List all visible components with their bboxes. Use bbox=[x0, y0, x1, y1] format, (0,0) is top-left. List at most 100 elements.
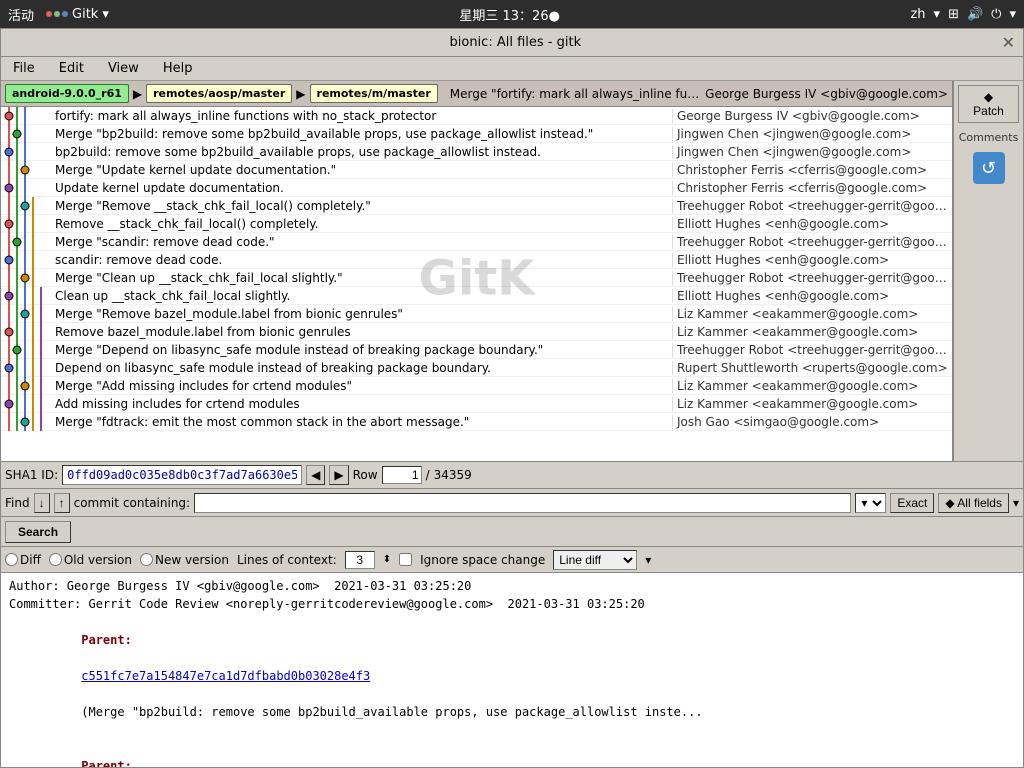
all-fields-button[interactable]: ◆ All fields bbox=[938, 493, 1009, 513]
diff-parent1-line: Parent: c551fc7e7a154847e7ca1d7dfbabd0b0… bbox=[9, 613, 1015, 739]
volume-icon[interactable]: 🔊 bbox=[967, 7, 983, 22]
commit-author: Christopher Ferris <cferris@google.com> bbox=[672, 163, 952, 177]
row-input[interactable]: 1 bbox=[382, 466, 422, 484]
sha-next-button[interactable]: ▶ bbox=[329, 465, 348, 485]
diff-tab-diff[interactable]: Diff bbox=[5, 553, 41, 567]
sha-row: SHA1 ID: 0ffd09ad0c035e8db0c3f7ad7a6630e… bbox=[1, 461, 1023, 489]
table-row[interactable]: Merge "fdtrack: emit the most common sta… bbox=[1, 413, 952, 431]
lang-button[interactable]: zh bbox=[910, 7, 925, 22]
table-row[interactable]: Merge "Update kernel update documentatio… bbox=[1, 161, 952, 179]
table-row[interactable]: Add missing includes for crtend modulesL… bbox=[1, 395, 952, 413]
app-name-label[interactable]: Gitk bbox=[72, 7, 98, 22]
menu-view[interactable]: View bbox=[100, 59, 147, 78]
commit-author: Liz Kammer <eakammer@google.com> bbox=[672, 379, 952, 393]
table-row[interactable]: Merge "Remove bazel_module.label from bi… bbox=[1, 305, 952, 323]
table-row[interactable]: Merge "Depend on libasync_safe module in… bbox=[1, 341, 952, 359]
commit-message: fortify: mark all always_inline function… bbox=[51, 109, 672, 123]
datetime-label: 星期三 13：26● bbox=[459, 5, 560, 24]
window-title: bionic: All files - gitk bbox=[29, 35, 1002, 50]
diff-toolbar: Diff Old version New version Lines of co… bbox=[1, 547, 1023, 573]
branch-aosp-tag[interactable]: remotes/aosp/master bbox=[146, 84, 292, 103]
ts-icon[interactable]: ↺ bbox=[973, 152, 1005, 184]
parent1-label: Parent: bbox=[81, 633, 132, 647]
table-row[interactable]: Merge "scandir: remove dead code."Treehu… bbox=[1, 233, 952, 251]
commit-list-scroll[interactable]: GitK fortify: mark all always_inline fun… bbox=[1, 107, 952, 461]
parent1-link[interactable]: c551fc7e7a154847e7ca1d7dfbabd0b03028e4f3 bbox=[81, 669, 370, 683]
search-button[interactable]: Search bbox=[5, 521, 71, 543]
commit-author: Liz Kammer <eakammer@google.com> bbox=[672, 397, 952, 411]
menu-help[interactable]: Help bbox=[155, 59, 201, 78]
commit-author: Christopher Ferris <cferris@google.com> bbox=[672, 181, 952, 195]
find-text-input[interactable] bbox=[194, 493, 851, 513]
system-bar-center: 星期三 13：26● bbox=[459, 5, 560, 24]
menu-file[interactable]: File bbox=[5, 59, 43, 78]
ignore-space-checkbox[interactable] bbox=[399, 553, 412, 566]
table-row[interactable]: Merge "bp2build: remove some bp2build_av… bbox=[1, 125, 952, 143]
table-row[interactable]: Merge "Add missing includes for crtend m… bbox=[1, 377, 952, 395]
sha-prev-button[interactable]: ◀ bbox=[306, 465, 325, 485]
parent2-label: Parent: bbox=[81, 759, 132, 767]
table-row[interactable]: Merge "Clean up __stack_chk_fail_local s… bbox=[1, 269, 952, 287]
diff-author-line: Author: George Burgess IV <gbiv@google.c… bbox=[9, 577, 1015, 595]
find-dropdown[interactable]: ▾ bbox=[855, 493, 886, 513]
power-icon[interactable]: ⏻ bbox=[991, 7, 1001, 22]
diff-tab-new[interactable]: New version bbox=[140, 553, 229, 567]
activities-label[interactable]: 活动 bbox=[8, 5, 34, 24]
diff-radio-old[interactable] bbox=[49, 553, 62, 566]
diff-parent2-line: Parent: a1112fd8802e204f36b228254a5d71ed… bbox=[9, 739, 1015, 767]
commit-message: Merge "Update kernel update documentatio… bbox=[51, 163, 672, 177]
context-input[interactable]: 3 bbox=[345, 551, 375, 569]
find-containing-label: containing: bbox=[123, 496, 190, 510]
commit-message: Depend on libasync_safe module instead o… bbox=[51, 361, 672, 375]
parent1-msg: (Merge "bp2build: remove some bp2build_a… bbox=[81, 705, 702, 719]
close-button[interactable]: ✕ bbox=[1002, 33, 1015, 52]
table-row[interactable]: Clean up __stack_chk_fail_local slightly… bbox=[1, 287, 952, 305]
commit-author: Liz Kammer <eakammer@google.com> bbox=[672, 307, 952, 321]
arrow-right2-icon: ▶ bbox=[296, 87, 305, 101]
title-bar: bionic: All files - gitk ✕ bbox=[1, 29, 1023, 57]
exact-button[interactable]: Exact bbox=[890, 493, 934, 513]
table-row[interactable]: Remove bazel_module.label from bionic ge… bbox=[1, 323, 952, 341]
table-row[interactable]: bp2build: remove some bp2build_available… bbox=[1, 143, 952, 161]
table-row[interactable]: Depend on libasync_safe module instead o… bbox=[1, 359, 952, 377]
branch-android-tag[interactable]: android-9.0.0_r61 bbox=[5, 84, 129, 103]
find-type-label: commit bbox=[74, 496, 119, 510]
commit-author: Treehugger Robot <treehugger-gerrit@goog… bbox=[672, 199, 952, 213]
diff-tab-old[interactable]: Old version bbox=[49, 553, 132, 567]
branch-m-tag[interactable]: remotes/m/master bbox=[310, 84, 438, 103]
context-spin-icon[interactable]: ⬍ bbox=[383, 554, 391, 565]
patch-button[interactable]: ◆ Patch bbox=[958, 85, 1019, 123]
table-row[interactable]: scandir: remove dead code.Elliott Hughes… bbox=[1, 251, 952, 269]
system-bar-left: 活动 Gitk ▾ bbox=[8, 5, 109, 24]
right-panel: ◆ Patch Comments ↺ bbox=[953, 81, 1023, 461]
menu-bar: File Edit View Help bbox=[1, 57, 1023, 81]
table-row[interactable]: Remove __stack_chk_fail_local() complete… bbox=[1, 215, 952, 233]
power-dropdown-icon[interactable]: ▾ bbox=[1009, 7, 1016, 22]
table-row[interactable]: Update kernel update documentation.Chris… bbox=[1, 179, 952, 197]
diff-area: Diff Old version New version Lines of co… bbox=[1, 547, 1023, 767]
menu-edit[interactable]: Edit bbox=[51, 59, 92, 78]
table-row[interactable]: Merge "Remove __stack_chk_fail_local() c… bbox=[1, 197, 952, 215]
sha-input[interactable]: 0ffd09ad0c035e8db0c3f7ad7a6630e52287acc5 bbox=[62, 465, 302, 485]
app-window: bionic: All files - gitk ✕ File Edit Vie… bbox=[0, 28, 1024, 768]
line-diff-dropdown-icon[interactable]: ▾ bbox=[645, 553, 651, 567]
system-bar-right: zh ▾ ⊞ 🔊 ⏻ ▾ bbox=[910, 7, 1016, 22]
commit-author: Treehugger Robot <treehugger-gerrit@goog… bbox=[672, 235, 952, 249]
line-diff-select[interactable]: Line diff Word diff Markup diff bbox=[553, 550, 637, 570]
all-fields-dropdown-icon[interactable]: ▾ bbox=[1013, 496, 1019, 510]
commit-message: Merge "Add missing includes for crtend m… bbox=[51, 379, 672, 393]
find-up-button[interactable]: ↑ bbox=[54, 493, 70, 513]
diff-radio-new[interactable] bbox=[140, 553, 153, 566]
commit-message: Update kernel update documentation. bbox=[51, 181, 672, 195]
find-bar: Find ↓ ↑ commit containing: ▾ Exact ◆ Al… bbox=[1, 489, 1023, 517]
app-indicator[interactable]: Gitk ▾ bbox=[46, 7, 109, 22]
commit-author: George Burgess IV <gbiv@google.com> bbox=[672, 109, 952, 123]
find-down-button[interactable]: ↓ bbox=[34, 493, 50, 513]
table-row[interactable]: fortify: mark all always_inline function… bbox=[1, 107, 952, 125]
grid-icon[interactable]: ⊞ bbox=[948, 7, 959, 22]
commit-author: Treehugger Robot <treehugger-gerrit@goog… bbox=[672, 271, 952, 285]
app-dropdown-icon[interactable]: ▾ bbox=[102, 7, 109, 22]
commit-message: Merge "Clean up __stack_chk_fail_local s… bbox=[51, 271, 672, 285]
lang-dropdown-icon[interactable]: ▾ bbox=[934, 7, 941, 22]
diff-radio-diff[interactable] bbox=[5, 553, 18, 566]
